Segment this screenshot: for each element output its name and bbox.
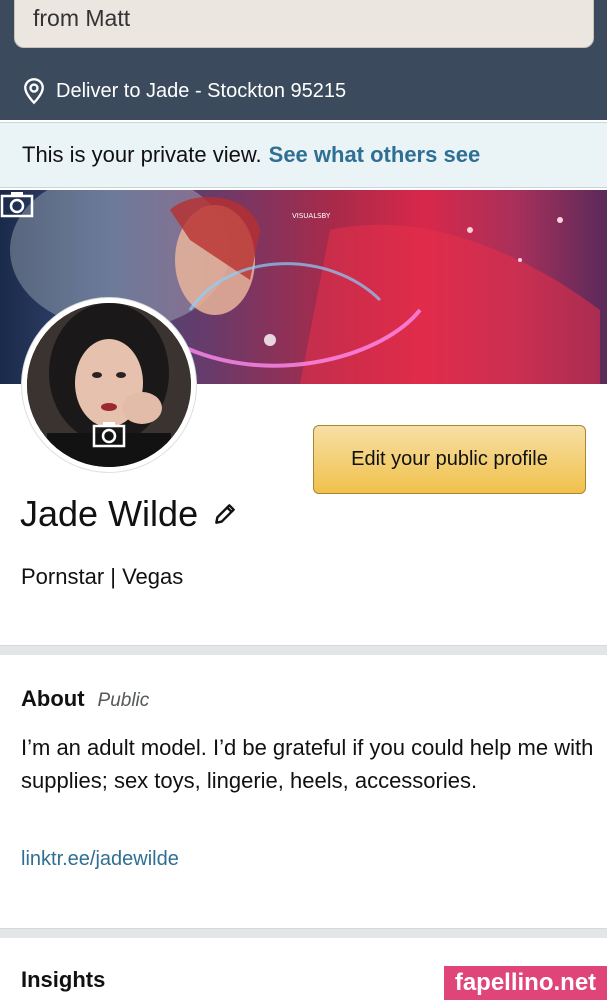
- pencil-icon[interactable]: [212, 501, 238, 527]
- about-visibility: Public: [97, 690, 150, 711]
- location-pin-icon: [24, 78, 44, 105]
- search-input[interactable]: from Matt: [14, 0, 594, 48]
- deliver-location-bar[interactable]: Deliver to Jade - Stockton 95215: [0, 62, 607, 120]
- profile-name: Jade Wilde: [20, 493, 199, 534]
- about-title: About: [21, 686, 85, 711]
- avatar-camera-icon[interactable]: [92, 420, 126, 448]
- private-view-notice: This is your private view. See what othe…: [0, 122, 607, 188]
- search-text: from Matt: [33, 5, 131, 31]
- profile-tagline: Pornstar | Vegas: [21, 564, 184, 589]
- edit-public-profile-button[interactable]: Edit your public profile: [313, 425, 586, 494]
- about-link[interactable]: linktr.ee/jadewilde: [21, 848, 179, 871]
- about-text: I’m an adult model. I’d be grateful if y…: [21, 735, 594, 793]
- camera-icon[interactable]: [0, 190, 34, 218]
- private-view-text: This is your private view.: [22, 142, 262, 167]
- deliver-text: Deliver to Jade - Stockton 95215: [56, 79, 347, 102]
- about-header: About Public: [21, 686, 149, 712]
- watermark: fapellino.net: [444, 966, 607, 1000]
- see-what-others-see-link[interactable]: See what others see: [269, 142, 481, 168]
- section-divider: [0, 928, 607, 938]
- insights-title: Insights: [21, 967, 106, 992]
- banner-overlay-text: VISUALSBY: [292, 212, 331, 220]
- profile-name-row: Jade Wilde: [20, 493, 238, 535]
- section-divider: [0, 645, 607, 655]
